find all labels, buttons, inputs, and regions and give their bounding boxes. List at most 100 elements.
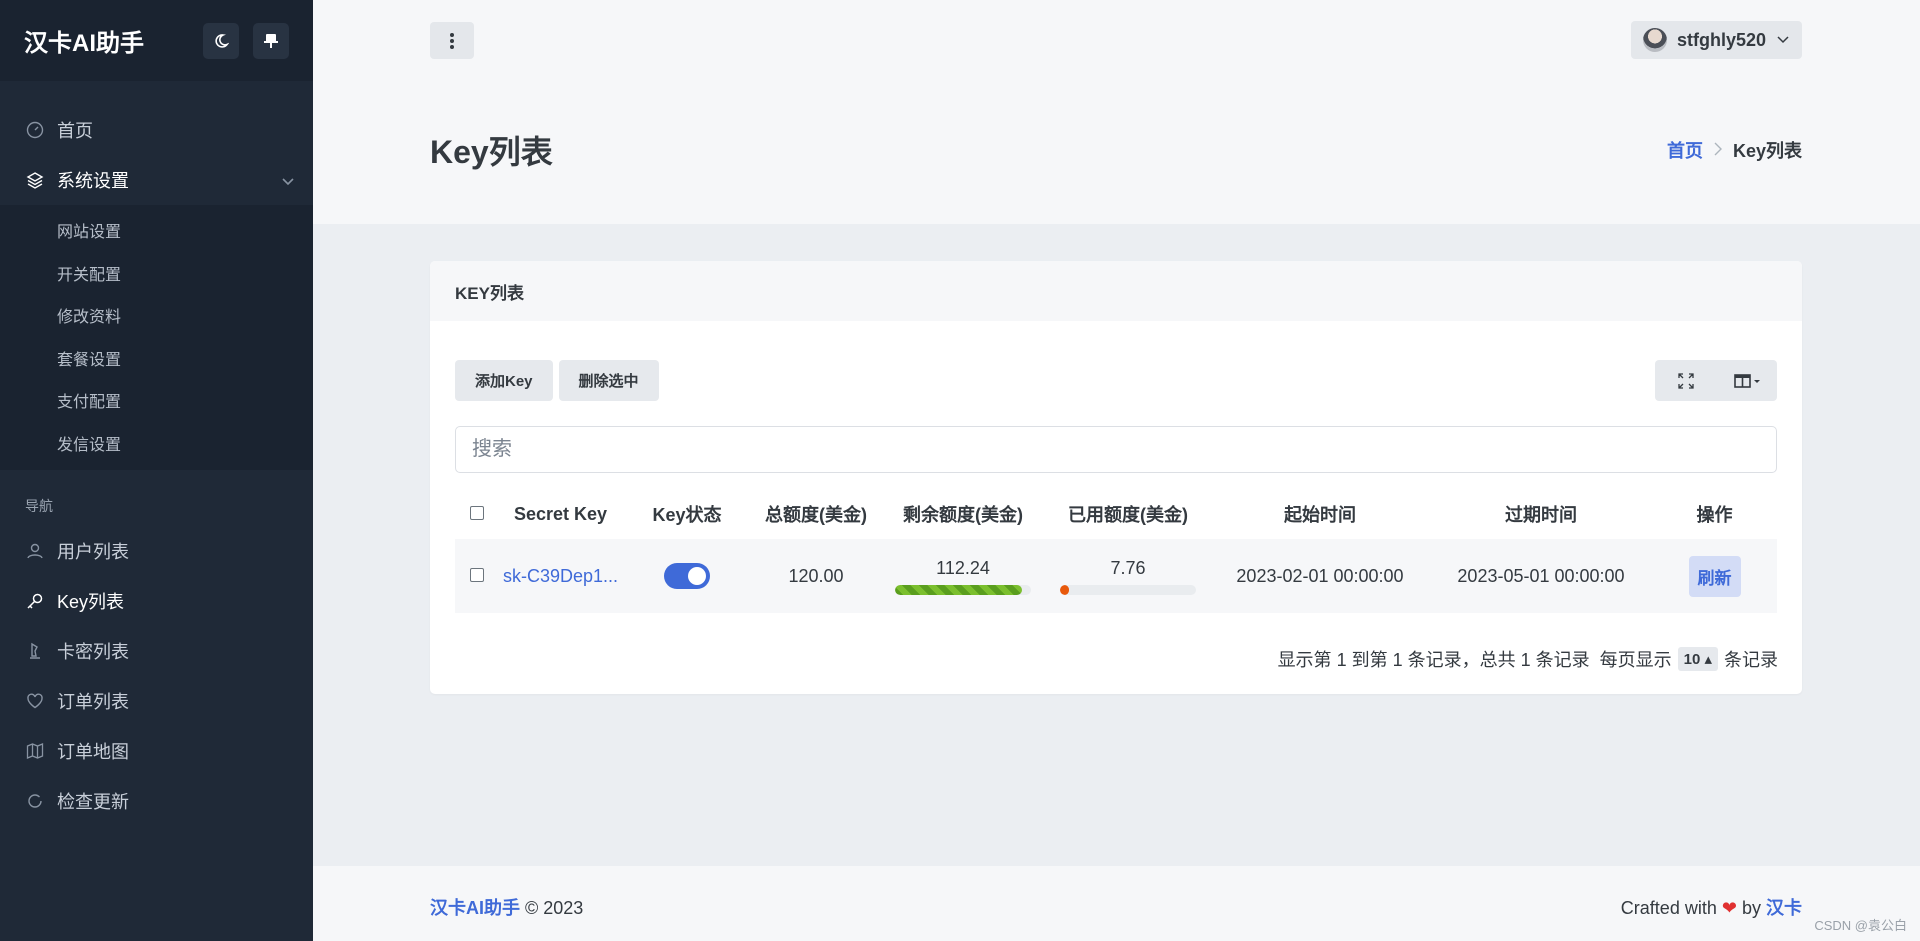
moon-icon bbox=[215, 33, 229, 48]
submenu-item-site[interactable]: 网站设置 bbox=[0, 209, 313, 252]
column-header[interactable]: 剩余额度(美金) bbox=[880, 489, 1046, 539]
columns-icon bbox=[1733, 373, 1760, 388]
dark-mode-toggle[interactable] bbox=[203, 22, 239, 59]
footer: 汉卡AI助手 © 2023 Crafted with ❤ by 汉卡 bbox=[313, 866, 1920, 941]
caret-up-icon: ▴ bbox=[1704, 651, 1712, 668]
remaining-quota-cell: 112.24 bbox=[880, 539, 1046, 613]
pin-icon bbox=[264, 33, 278, 48]
vertical-dots-icon bbox=[450, 32, 454, 49]
key-icon bbox=[25, 591, 45, 611]
key-list-card: KEY列表 添加Key 删除选中 Secret Key Key状态 总额度(美金… bbox=[430, 261, 1802, 694]
page-header: Key列表 首页 Key列表 bbox=[313, 81, 1920, 224]
per-page-select[interactable]: 10 ▴ bbox=[1677, 647, 1718, 671]
sidebar-item-label: Key列表 bbox=[57, 592, 125, 612]
refresh-button[interactable]: 刷新 bbox=[1688, 555, 1741, 597]
sidebar-item-label: 系统设置 bbox=[57, 171, 129, 191]
footer-author-link[interactable]: 汉卡 bbox=[1766, 898, 1802, 918]
columns-toggle-button[interactable] bbox=[1716, 360, 1777, 401]
fullscreen-icon bbox=[1677, 372, 1694, 389]
sidebar-item-order-map[interactable]: 订单地图 bbox=[0, 726, 313, 776]
submenu-item-mail[interactable]: 发信设置 bbox=[0, 422, 313, 465]
sidebar-item-label: 首页 bbox=[57, 121, 93, 141]
expire-time-cell: 2023-05-01 00:00:00 bbox=[1430, 539, 1652, 613]
select-all-checkbox[interactable] bbox=[470, 505, 484, 520]
total-quota-cell: 120.00 bbox=[752, 539, 880, 613]
key-status-toggle[interactable] bbox=[664, 563, 710, 589]
used-quota-cell: 7.76 bbox=[1046, 539, 1210, 613]
footer-by: by bbox=[1741, 898, 1761, 918]
table-row: sk-C39Dep1... 120.00 112.24 7.76 2023-02… bbox=[455, 539, 1777, 613]
sidebar-item-label: 订单列表 bbox=[57, 692, 129, 712]
chevron-right-icon bbox=[1713, 140, 1723, 161]
breadcrumb-home-link[interactable]: 首页 bbox=[1667, 137, 1703, 163]
used-progress-bar bbox=[1060, 584, 1196, 595]
column-header[interactable]: 起始时间 bbox=[1210, 489, 1430, 539]
breadcrumb-current: Key列表 bbox=[1732, 141, 1802, 161]
submenu-item-profile[interactable]: 修改资料 bbox=[0, 294, 313, 337]
system-settings-submenu: 网站设置 开关配置 修改资料 套餐设置 支付配置 发信设置 bbox=[0, 205, 313, 470]
footer-right: Crafted with ❤ by 汉卡 bbox=[1621, 894, 1802, 920]
used-progress-fill bbox=[1060, 584, 1069, 595]
sidebar-item-orders[interactable]: 订单列表 bbox=[0, 676, 313, 726]
sidebar-item-label: 卡密列表 bbox=[57, 642, 129, 662]
used-quota-value: 7.76 bbox=[1110, 557, 1146, 578]
sidebar-item-label: 用户列表 bbox=[57, 542, 129, 562]
column-header[interactable]: 过期时间 bbox=[1430, 489, 1652, 539]
add-key-button[interactable]: 添加Key bbox=[455, 360, 553, 401]
sidebar-item-label: 检查更新 bbox=[57, 792, 129, 812]
per-page-value: 10 bbox=[1683, 651, 1701, 668]
sidebar: 汉卡AI助手 首页 系统设置 网站设置 开关配置 修改资料 套餐设置 支付配置 … bbox=[0, 0, 313, 941]
fullscreen-button[interactable] bbox=[1655, 360, 1716, 401]
column-header: 操作 bbox=[1696, 505, 1733, 525]
user-menu-button[interactable]: stfghly520 bbox=[1630, 21, 1802, 59]
chevron-down-icon bbox=[1776, 30, 1790, 51]
user-icon bbox=[25, 541, 45, 561]
row-checkbox[interactable] bbox=[470, 567, 484, 582]
pagination-summary: 显示第 1 到第 1 条记录，总共 1 条记录 bbox=[1277, 650, 1590, 670]
page-title: Key列表 bbox=[430, 134, 553, 170]
footer-brand-link[interactable]: 汉卡AI助手 bbox=[430, 898, 520, 918]
sidebar-item-cards[interactable]: 卡密列表 bbox=[0, 626, 313, 676]
table-header-row: Secret Key Key状态 总额度(美金) 剩余额度(美金) 已用额度(美… bbox=[455, 489, 1777, 539]
footer-left: 汉卡AI助手 © 2023 bbox=[430, 894, 583, 920]
refresh-icon bbox=[25, 791, 45, 811]
table-view-tools bbox=[1655, 360, 1777, 401]
sidebar-pin-button[interactable] bbox=[253, 22, 289, 59]
nav-heading: 导航 bbox=[25, 498, 53, 514]
sidebar-item-system-settings[interactable]: 系统设置 bbox=[0, 155, 313, 205]
main-content: stfghly520 Key列表 首页 Key列表 KEY列表 添加Key 删除… bbox=[313, 0, 1920, 941]
map-icon bbox=[25, 741, 45, 761]
secret-key-link[interactable]: sk-C39Dep1... bbox=[503, 566, 618, 586]
column-header[interactable]: 总额度(美金) bbox=[752, 489, 880, 539]
footer-crafted: Crafted with bbox=[1620, 898, 1717, 918]
more-options-button[interactable] bbox=[430, 22, 474, 59]
delete-selected-button[interactable]: 删除选中 bbox=[558, 360, 659, 401]
remaining-progress-fill bbox=[895, 584, 1023, 595]
submenu-item-switch[interactable]: 开关配置 bbox=[0, 252, 313, 295]
watermark: CSDN @袁公白 bbox=[1814, 918, 1907, 933]
secret-key-cell: sk-C39Dep1... bbox=[499, 539, 622, 613]
keys-table: Secret Key Key状态 总额度(美金) 剩余额度(美金) 已用额度(美… bbox=[455, 489, 1777, 613]
submenu-item-package[interactable]: 套餐设置 bbox=[0, 337, 313, 380]
submenu-item-payment[interactable]: 支付配置 bbox=[0, 379, 313, 422]
heart-icon: ❤ bbox=[1721, 898, 1737, 918]
key-status-cell bbox=[622, 539, 752, 613]
avatar bbox=[1642, 28, 1667, 52]
per-page-prefix: 每页显示 bbox=[1599, 650, 1672, 670]
sidebar-item-check-update[interactable]: 检查更新 bbox=[0, 776, 313, 826]
sidebar-item-label: 订单地图 bbox=[57, 742, 129, 762]
sidebar-item-keys[interactable]: Key列表 bbox=[0, 576, 313, 626]
remaining-quota-value: 112.24 bbox=[936, 557, 990, 578]
column-header[interactable]: Secret Key bbox=[499, 489, 622, 539]
column-header[interactable]: 已用额度(美金) bbox=[1046, 489, 1210, 539]
column-header[interactable]: Key状态 bbox=[622, 489, 752, 539]
sidebar-header: 汉卡AI助手 bbox=[0, 0, 313, 81]
topbar: stfghly520 bbox=[313, 0, 1920, 81]
layers-icon bbox=[25, 170, 45, 190]
search-input[interactable] bbox=[455, 426, 1777, 473]
sidebar-item-home[interactable]: 首页 bbox=[0, 105, 313, 155]
sidebar-item-users[interactable]: 用户列表 bbox=[0, 526, 313, 576]
username: stfghly520 bbox=[1676, 29, 1766, 50]
chess-icon bbox=[25, 641, 45, 661]
start-time-cell: 2023-02-01 00:00:00 bbox=[1210, 539, 1430, 613]
